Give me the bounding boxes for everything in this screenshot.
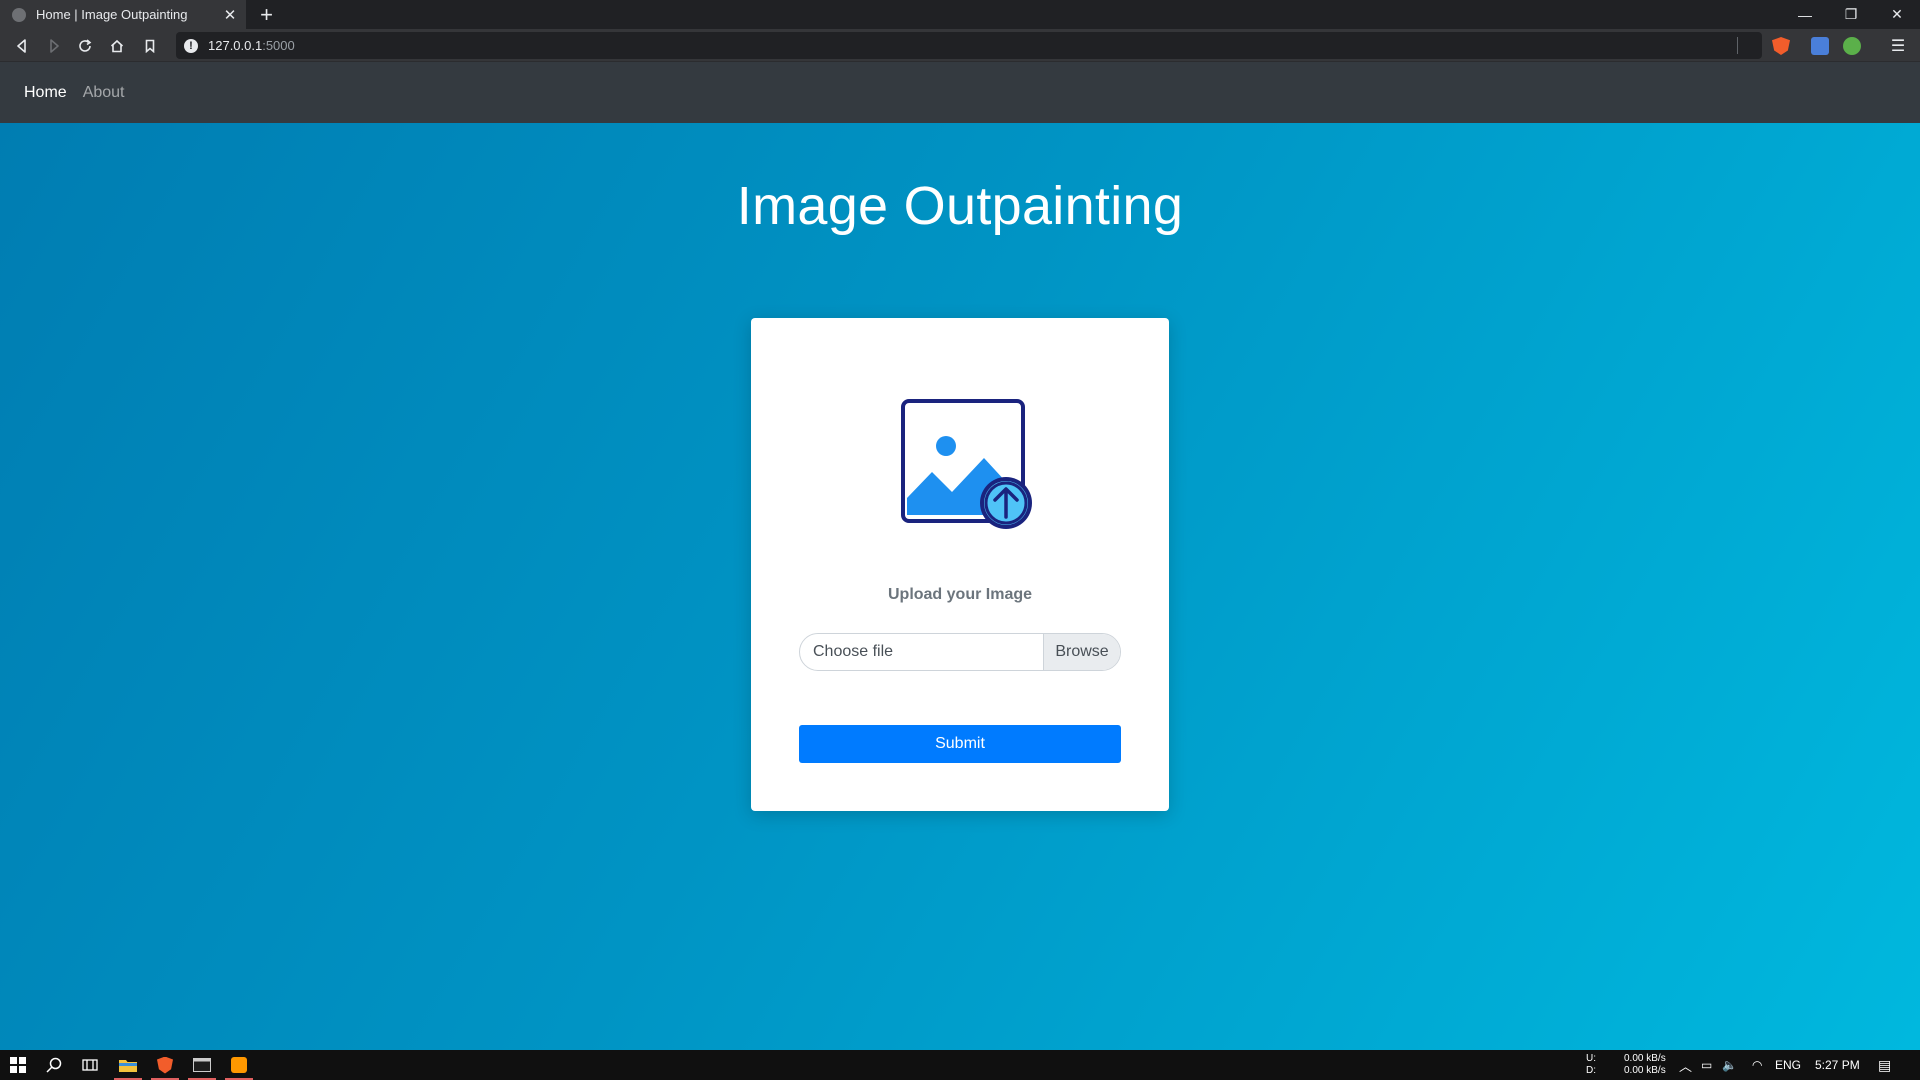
page-title: Image Outpainting xyxy=(736,176,1184,236)
search-icon[interactable] xyxy=(36,1050,72,1080)
file-explorer-icon[interactable] xyxy=(110,1050,146,1080)
submit-button[interactable]: Submit xyxy=(799,725,1121,763)
task-view-icon[interactable] xyxy=(72,1050,108,1080)
bookmark-icon[interactable] xyxy=(137,33,163,59)
url-host: 127.0.0.1 xyxy=(208,38,263,53)
close-tab-icon[interactable]: ✕ xyxy=(220,5,240,25)
file-input-placeholder[interactable]: Choose file xyxy=(800,634,1043,670)
minimize-button[interactable]: — xyxy=(1782,0,1828,29)
net-labels: U: D: xyxy=(1586,1053,1596,1077)
image-upload-icon xyxy=(901,399,1032,529)
file-input[interactable]: Choose file Browse xyxy=(799,633,1121,671)
terminal-icon[interactable] xyxy=(184,1050,220,1080)
sublime-icon[interactable] xyxy=(221,1050,257,1080)
battery-icon[interactable]: ▭ xyxy=(1701,1050,1712,1080)
windows-start-icon[interactable] xyxy=(0,1050,36,1080)
net-down-label: D: xyxy=(1586,1065,1596,1076)
tab-title: Home | Image Outpainting xyxy=(36,7,188,22)
chevron-up-icon[interactable]: ︿ xyxy=(1679,1050,1692,1080)
new-tab-button[interactable]: + xyxy=(254,2,279,27)
net-speed: 0.00 kB/s 0.00 kB/s xyxy=(1624,1053,1666,1077)
clock[interactable]: 5:27 PM xyxy=(1815,1050,1860,1080)
net-down-value: 0.00 kB/s xyxy=(1624,1065,1666,1076)
brave-icon[interactable] xyxy=(147,1050,183,1080)
forward-arrow-icon[interactable] xyxy=(41,33,67,59)
taskbar: U: D: 0.00 kB/s 0.00 kB/s ︿ ▭ 🔈 ◠ ENG 5:… xyxy=(0,1050,1920,1080)
wifi-icon[interactable]: ◠ xyxy=(1752,1050,1762,1080)
net-up-label: U: xyxy=(1586,1053,1596,1064)
volume-icon[interactable]: 🔈 xyxy=(1722,1050,1737,1080)
close-window-button[interactable]: ✕ xyxy=(1874,0,1920,29)
language-indicator[interactable]: ENG xyxy=(1775,1050,1801,1080)
browse-button[interactable]: Browse xyxy=(1043,634,1120,670)
translate-icon[interactable] xyxy=(1811,37,1829,55)
tab-strip: Home | Image Outpainting ✕ + — ❐ ✕ xyxy=(0,0,1920,29)
extension-icon[interactable] xyxy=(1843,37,1861,55)
info-icon[interactable]: ! xyxy=(184,38,198,53)
tab-home[interactable]: Home | Image Outpainting ✕ xyxy=(0,0,246,29)
menu-icon[interactable]: ☰ xyxy=(1888,36,1908,56)
restore-button[interactable]: ❐ xyxy=(1828,0,1874,29)
site-navbar: Home About xyxy=(0,62,1920,123)
address-bar[interactable]: ! 127.0.0.1 :5000 xyxy=(176,32,1762,59)
main-content: Image Outpainting Upload your Image Choo… xyxy=(0,123,1920,1050)
upload-card: Upload your Image Choose file Browse Sub… xyxy=(751,318,1169,811)
reload-icon[interactable] xyxy=(72,33,98,59)
omnibox-separator xyxy=(1737,37,1738,54)
net-up-value: 0.00 kB/s xyxy=(1624,1053,1666,1064)
back-arrow-icon[interactable] xyxy=(9,33,35,59)
nav-link-about[interactable]: About xyxy=(83,84,125,102)
home-icon[interactable] xyxy=(104,33,130,59)
nav-link-home[interactable]: Home xyxy=(24,84,67,102)
url-port: :5000 xyxy=(262,38,295,53)
browser-toolbar: ! 127.0.0.1 :5000 xyxy=(0,29,1920,62)
notification-icon[interactable]: ▤ xyxy=(1878,1050,1891,1080)
globe-icon xyxy=(12,7,26,22)
upload-label: Upload your Image xyxy=(887,586,1033,603)
